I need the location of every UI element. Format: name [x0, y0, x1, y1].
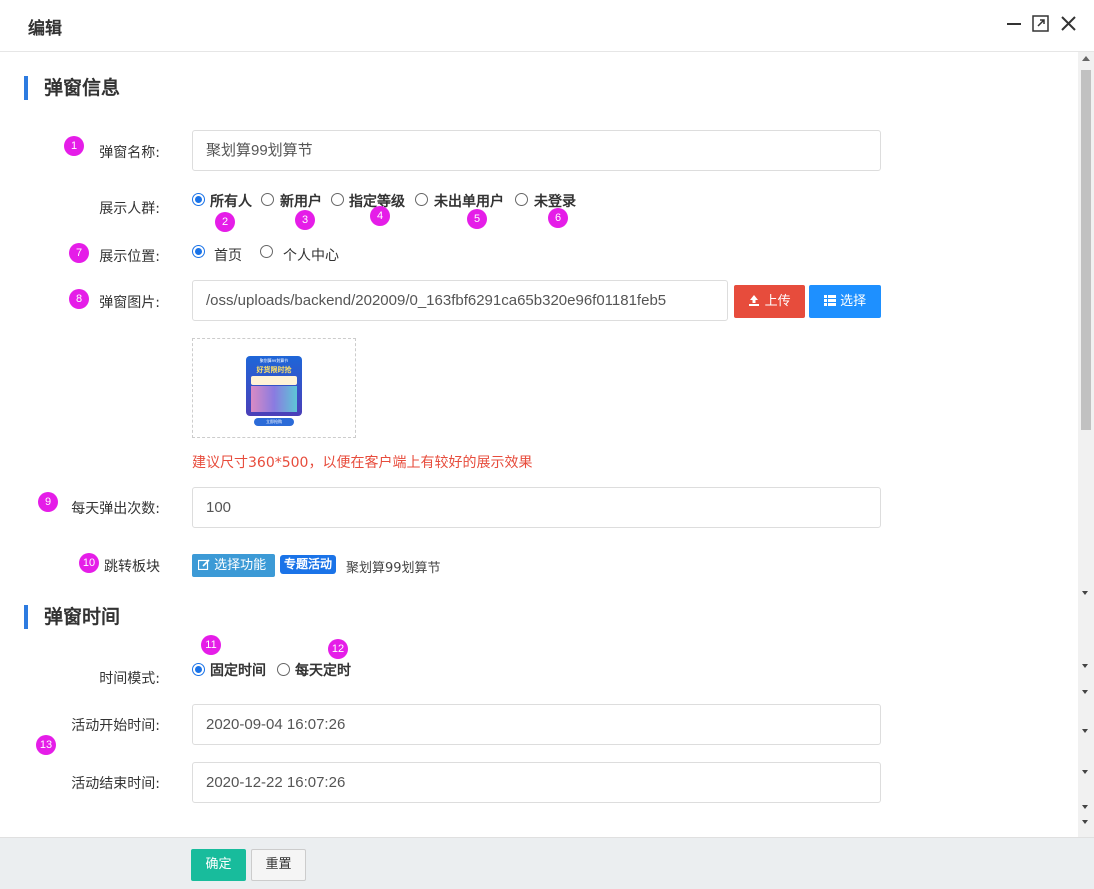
- end-time-input[interactable]: 2020-12-22 16:07:26: [192, 762, 881, 803]
- preview-text-2: 好货限时抢: [256, 367, 292, 374]
- annotation-badge: 2: [215, 212, 235, 232]
- audience-option-label: 未出单用户: [434, 194, 504, 210]
- chevron-down-icon: [1082, 729, 1088, 733]
- close-icon[interactable]: [1058, 13, 1080, 35]
- daily-label: 每天弹出次数:: [71, 501, 160, 517]
- position-label: 展示位置:: [99, 249, 160, 265]
- dialog-title: 编辑: [28, 19, 62, 39]
- audience-label: 展示人群:: [99, 201, 160, 217]
- image-label: 弹窗图片:: [99, 295, 160, 311]
- jump-label: 跳转板块: [104, 559, 160, 575]
- edit-icon: [197, 559, 210, 571]
- scroll-thumb[interactable]: [1081, 70, 1091, 430]
- section-title-time: 弹窗时间: [24, 605, 120, 629]
- select-function-button[interactable]: 选择功能: [192, 554, 275, 577]
- list-icon: [823, 295, 836, 306]
- end-time-label: 活动结束时间:: [71, 776, 160, 792]
- upload-button-label: 上传: [764, 294, 791, 309]
- select-function-label: 选择功能: [214, 558, 267, 573]
- daily-count-input[interactable]: 100: [192, 487, 881, 528]
- image-preview-box: 聚划算99划算节 好货限时抢 立即抢购: [192, 338, 356, 438]
- position-option-label: 个人中心: [283, 248, 339, 264]
- audience-radio-new[interactable]: [261, 193, 274, 206]
- vertical-scrollbar[interactable]: [1078, 52, 1094, 837]
- time-mode-radio-daily[interactable]: [277, 663, 290, 676]
- annotation-badge: 12: [328, 639, 348, 659]
- minimize-icon[interactable]: [1004, 13, 1026, 35]
- annotation-badge: 4: [370, 206, 390, 226]
- preview-cta: 立即抢购: [254, 418, 294, 426]
- reset-button[interactable]: 重置: [251, 849, 306, 881]
- section-title-info: 弹窗信息: [24, 76, 120, 100]
- annotation-badge: 6: [548, 208, 568, 228]
- start-time-input[interactable]: 2020-09-04 16:07:26: [192, 704, 881, 745]
- form-content: 弹窗信息 1 弹窗名称: 聚划算99划算节 展示人群: 所有人 新用户 指定等级…: [0, 52, 1078, 837]
- name-label: 弹窗名称:: [99, 145, 160, 161]
- time-mode-radio-fixed[interactable]: [192, 663, 205, 676]
- image-size-hint: 建议尺寸360*500，以便在客户端上有较好的展示效果: [192, 455, 533, 471]
- upload-icon: [749, 295, 760, 306]
- scroll-up-icon[interactable]: [1082, 56, 1090, 61]
- chevron-down-icon: [1082, 770, 1088, 774]
- audience-radio-all[interactable]: [192, 193, 205, 206]
- audience-option-label: 新用户: [280, 194, 322, 210]
- preview-text-1: 聚划算99划算节: [259, 358, 289, 363]
- chevron-down-icon: [1082, 805, 1088, 809]
- chevron-down-icon: [1082, 591, 1088, 595]
- select-button-label: 选择: [840, 294, 867, 309]
- topic-tag: 专题活动: [280, 555, 337, 574]
- confirm-button[interactable]: 确定: [191, 849, 246, 881]
- chevron-down-icon: [1082, 690, 1088, 694]
- start-time-label: 活动开始时间:: [71, 718, 160, 734]
- position-radio-profile[interactable]: [260, 245, 273, 258]
- audience-radio-not-logged[interactable]: [515, 193, 528, 206]
- position-radio-home[interactable]: [192, 245, 205, 258]
- preview-image: 聚划算99划算节 好货限时抢: [246, 356, 302, 416]
- annotation-badge: 11: [201, 635, 221, 655]
- upload-button[interactable]: 上传: [734, 285, 805, 318]
- audience-radio-level[interactable]: [331, 193, 344, 206]
- audience-radio-no-order[interactable]: [415, 193, 428, 206]
- image-path-input[interactable]: /oss/uploads/backend/202009/0_163fbf6291…: [192, 280, 728, 321]
- dialog-footer: 确定 重置: [0, 837, 1094, 889]
- chevron-down-icon: [1082, 664, 1088, 668]
- annotation-badge: 5: [467, 209, 487, 229]
- annotation-badge: 13: [36, 735, 56, 755]
- maximize-icon[interactable]: [1030, 13, 1052, 35]
- dialog-titlebar: 编辑: [0, 0, 1094, 52]
- annotation-badge: 3: [295, 210, 315, 230]
- jump-target-text: 聚划算99划算节: [346, 561, 441, 576]
- name-input[interactable]: 聚划算99划算节: [192, 130, 881, 171]
- position-option-label: 首页: [214, 248, 242, 264]
- time-mode-option-label: 固定时间: [210, 663, 266, 679]
- audience-option-label: 所有人: [210, 194, 252, 210]
- select-image-button[interactable]: 选择: [809, 285, 881, 318]
- time-mode-label: 时间模式:: [99, 671, 160, 687]
- time-mode-option-label: 每天定时: [295, 663, 351, 679]
- chevron-down-icon: [1082, 820, 1088, 824]
